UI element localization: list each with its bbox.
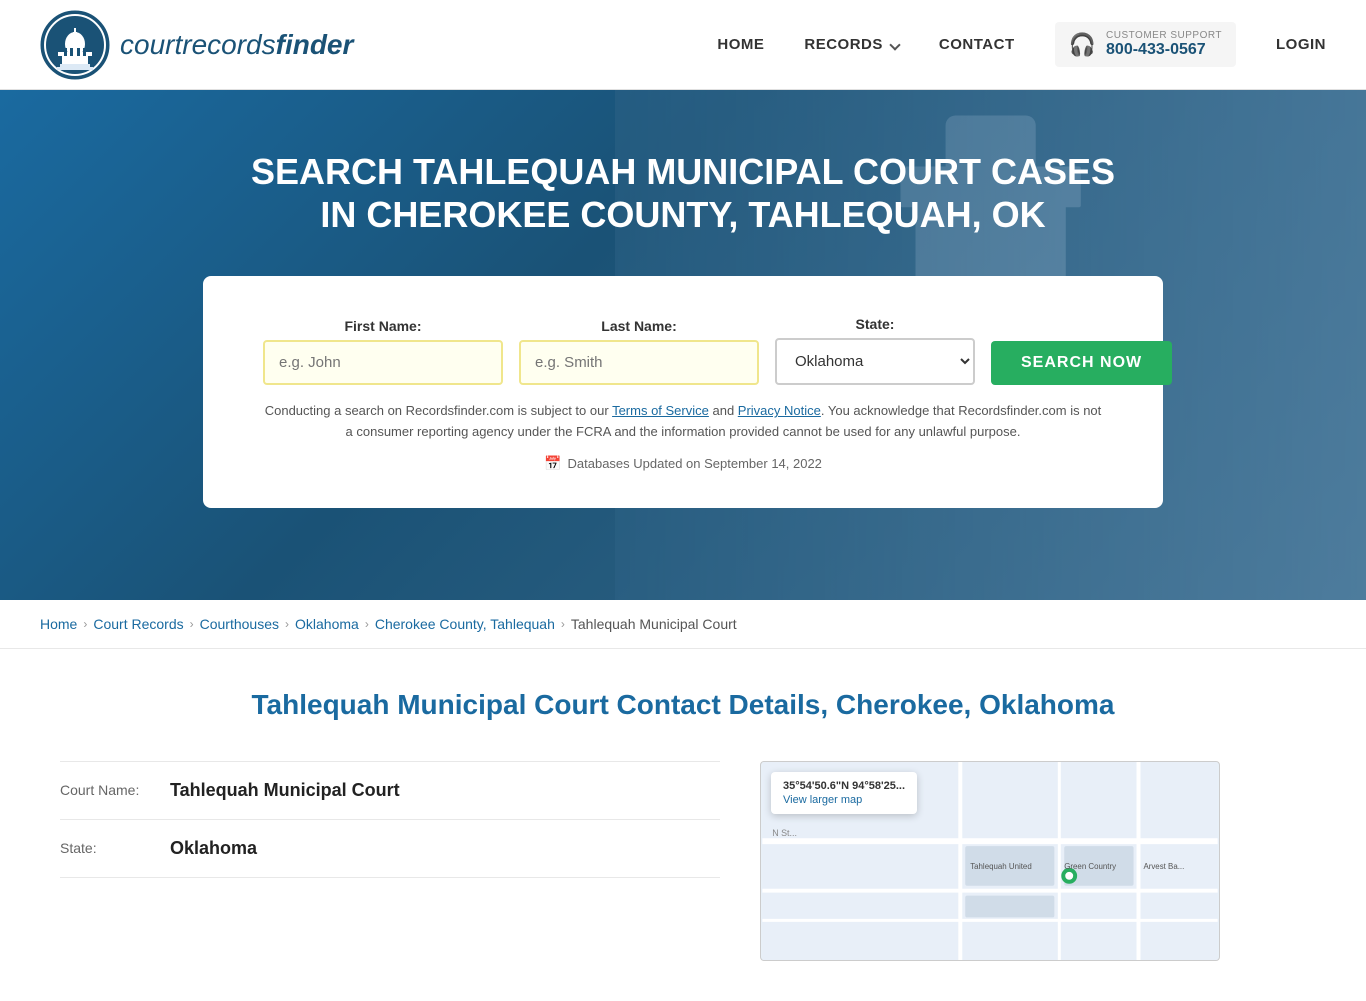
logo-area: courtrecordsfinder [40, 10, 353, 80]
search-button[interactable]: SEARCH NOW [991, 341, 1172, 385]
first-name-input[interactable] [263, 340, 503, 385]
breadcrumb-sep-5: › [561, 617, 565, 631]
breadcrumb-current: Tahlequah Municipal Court [571, 616, 737, 632]
first-name-group: First Name: [263, 318, 503, 385]
main-nav: HOME RECORDS CONTACT 🎧 CUSTOMER SUPPORT … [717, 22, 1326, 67]
breadcrumb-sep-1: › [83, 617, 87, 631]
breadcrumb-sep-2: › [190, 617, 194, 631]
svg-text:Arvest Ba...: Arvest Ba... [1143, 862, 1184, 871]
breadcrumb-cherokee[interactable]: Cherokee County, Tahlequah [375, 616, 555, 632]
logo-text-normal: courtrecords [120, 29, 276, 60]
court-name-value: Tahlequah Municipal Court [170, 780, 400, 801]
support-phone: 800-433-0567 [1106, 41, 1222, 59]
state-row: State: Oklahoma [60, 820, 720, 878]
last-name-group: Last Name: [519, 318, 759, 385]
records-chevron-icon [889, 39, 900, 50]
privacy-link[interactable]: Privacy Notice [738, 403, 821, 418]
last-name-input[interactable] [519, 340, 759, 385]
nav-home[interactable]: HOME [717, 36, 764, 53]
view-larger-map-link[interactable]: View larger map [783, 794, 862, 806]
search-fields: First Name: Last Name: State: AlabamaAla… [263, 316, 1103, 385]
support-text: CUSTOMER SUPPORT 800-433-0567 [1106, 30, 1222, 59]
content-grid: Court Name: Tahlequah Municipal Court St… [60, 761, 1306, 961]
header: courtrecordsfinder HOME RECORDS CONTACT … [0, 0, 1366, 90]
court-name-row: Court Name: Tahlequah Municipal Court [60, 761, 720, 820]
breadcrumb-home[interactable]: Home [40, 616, 77, 632]
nav-records-wrapper: RECORDS [804, 36, 899, 53]
logo-icon [40, 10, 110, 80]
db-updated-text: Databases Updated on September 14, 2022 [568, 456, 822, 471]
last-name-label: Last Name: [519, 318, 759, 334]
breadcrumb-courthouses[interactable]: Courthouses [200, 616, 279, 632]
logo-text: courtrecordsfinder [120, 29, 353, 61]
svg-text:N St...: N St... [772, 828, 797, 838]
first-name-label: First Name: [263, 318, 503, 334]
map-coords: 35°54'50.6"N 94°58'25... [783, 780, 905, 792]
headset-icon: 🎧 [1069, 32, 1096, 58]
map-container: N St... Tahlequah United Green Country A… [760, 761, 1220, 961]
map-tooltip: 35°54'50.6"N 94°58'25... View larger map [771, 772, 917, 814]
info-table: Court Name: Tahlequah Municipal Court St… [60, 761, 720, 961]
search-disclaimer: Conducting a search on Recordsfinder.com… [263, 401, 1103, 443]
logo-text-bold: finder [276, 29, 354, 60]
svg-text:Green Country: Green Country [1064, 862, 1116, 871]
breadcrumb-court-records[interactable]: Court Records [93, 616, 183, 632]
hero-title: SEARCH TAHLEQUAH MUNICIPAL COURT CASES I… [233, 150, 1133, 236]
page-heading: Tahlequah Municipal Court Contact Detail… [60, 689, 1306, 721]
breadcrumb-sep-3: › [285, 617, 289, 631]
state-group: State: AlabamaAlaskaArizonaArkansasCalif… [775, 316, 975, 385]
calendar-icon: 📅 [544, 455, 561, 472]
terms-link[interactable]: Terms of Service [612, 403, 709, 418]
nav-records[interactable]: RECORDS [804, 36, 883, 53]
state-info-label: State: [60, 838, 160, 856]
state-label: State: [775, 316, 975, 332]
breadcrumb-sep-4: › [365, 617, 369, 631]
state-info-value: Oklahoma [170, 838, 257, 859]
hero-section: SEARCH TAHLEQUAH MUNICIPAL COURT CASES I… [0, 90, 1366, 600]
db-updated: 📅 Databases Updated on September 14, 202… [263, 455, 1103, 472]
breadcrumb: Home › Court Records › Courthouses › Okl… [0, 600, 1366, 649]
map-area: N St... Tahlequah United Green Country A… [760, 761, 1220, 961]
support-label: CUSTOMER SUPPORT [1106, 30, 1222, 41]
nav-contact[interactable]: CONTACT [939, 36, 1015, 53]
state-select[interactable]: AlabamaAlaskaArizonaArkansasCaliforniaCo… [775, 338, 975, 385]
nav-login[interactable]: LOGIN [1276, 36, 1326, 53]
search-box: First Name: Last Name: State: AlabamaAla… [203, 276, 1163, 508]
court-name-label: Court Name: [60, 780, 160, 798]
svg-text:Tahlequah United: Tahlequah United [970, 862, 1032, 871]
support-block: 🎧 CUSTOMER SUPPORT 800-433-0567 [1055, 22, 1236, 67]
main-content: Tahlequah Municipal Court Contact Detail… [0, 649, 1366, 1001]
breadcrumb-oklahoma[interactable]: Oklahoma [295, 616, 359, 632]
